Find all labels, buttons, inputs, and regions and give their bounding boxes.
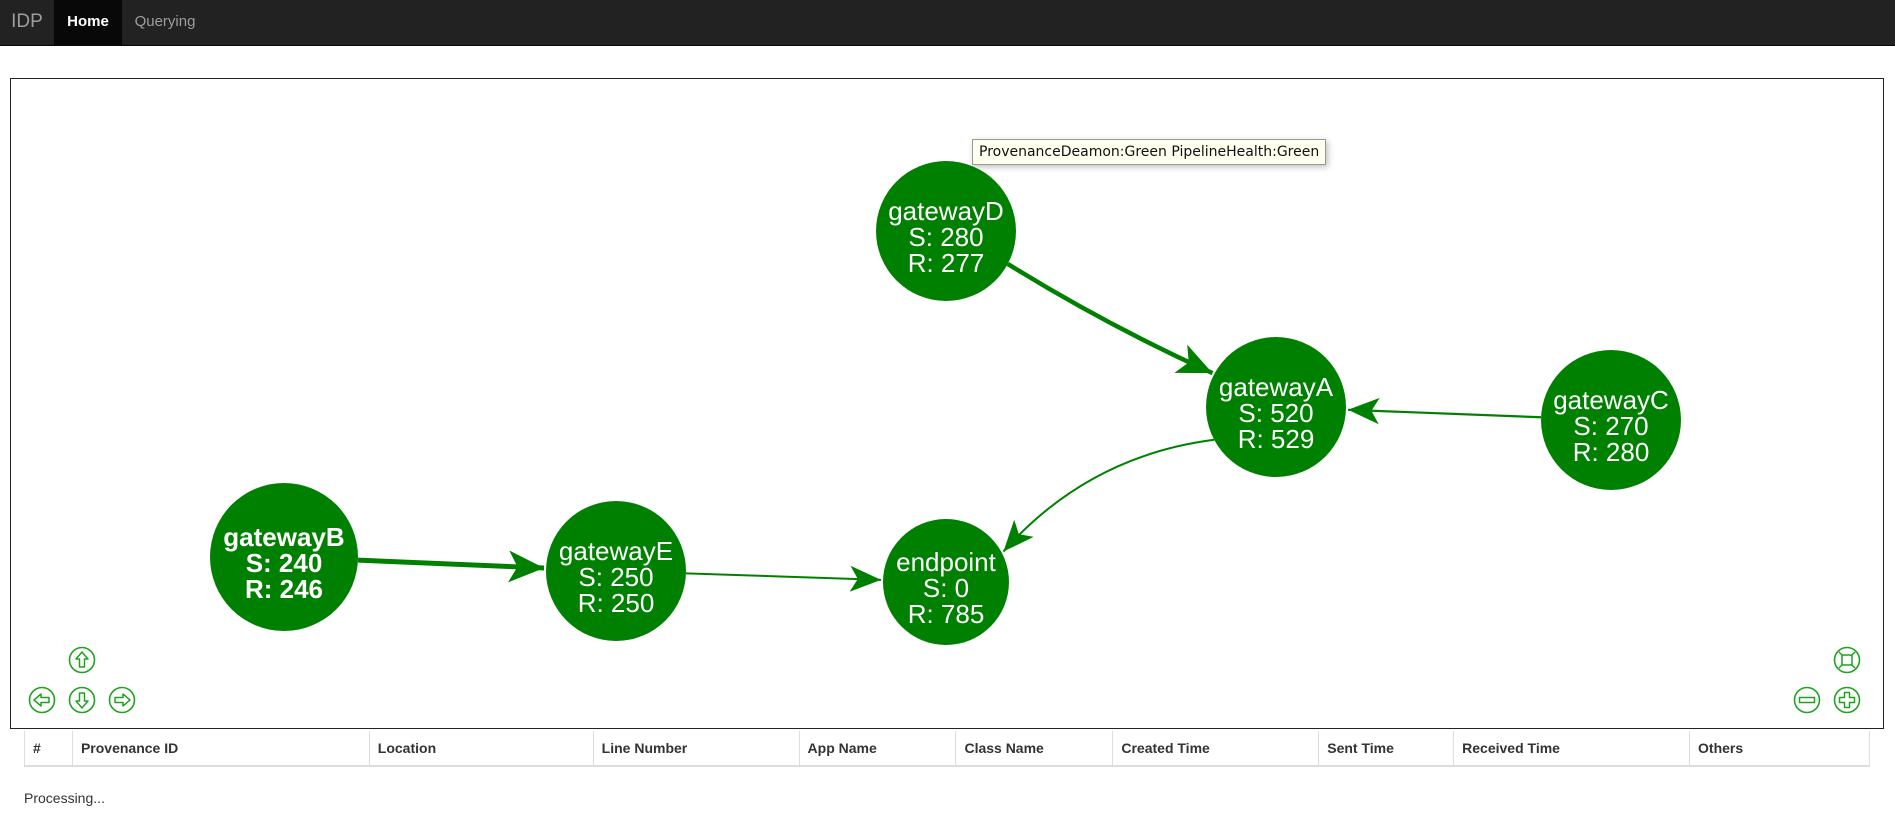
zoom-extends-icon[interactable] [1833, 646, 1861, 674]
column-header-received-time[interactable]: Received Time [1453, 731, 1690, 767]
network-graph-panel[interactable]: gatewayD S: 280 R: 277 gatewayA S: 520 R: 529… [10, 78, 1884, 729]
column-header-provenance-id[interactable]: Provenance ID [71, 731, 370, 767]
column-header-others[interactable]: Others [1689, 731, 1870, 767]
column-header-line-number[interactable]: Line Number [592, 731, 800, 767]
arrow-up-icon[interactable] [68, 646, 96, 674]
node-gatewayE[interactable]: gatewayES: 250R: 250 [546, 501, 686, 641]
column-header-app-name[interactable]: App Name [798, 731, 956, 767]
column-header-location[interactable]: Location [368, 731, 594, 767]
network-graph[interactable]: gatewayDS: 280R: 277 gatewayAS: 520R: 529… [11, 79, 1883, 728]
table-header-row: # Provenance ID Location Line Number App… [24, 731, 1870, 767]
provenance-table: # Provenance ID Location Line Number App… [24, 731, 1870, 767]
brand-logo[interactable]: IDP [0, 0, 54, 46]
edge-gatewayA-to-endpoint[interactable] [1002, 438, 1215, 553]
node-gatewayA[interactable]: gatewayAS: 520R: 529 [1206, 337, 1346, 477]
nav-home[interactable]: Home [54, 0, 122, 46]
edge-gatewayD-to-gatewayA[interactable] [1006, 262, 1214, 376]
column-header-index[interactable]: # [24, 731, 73, 767]
top-navbar: IDP Home Querying [0, 0, 1895, 46]
zoom-in-icon[interactable] [1833, 686, 1861, 714]
nav-querying[interactable]: Querying [122, 0, 208, 46]
node-gatewayD[interactable]: gatewayDS: 280R: 277 [876, 161, 1016, 301]
column-header-sent-time[interactable]: Sent Time [1318, 731, 1454, 767]
node-label-gatewayE-received: R: 250 [578, 588, 655, 618]
edge-gatewayC-to-gatewayA[interactable] [1347, 408, 1542, 419]
provenance-table-wrapper: # Provenance ID Location Line Number App… [24, 731, 1870, 767]
column-header-created-time[interactable]: Created Time [1112, 731, 1319, 767]
node-tooltip: ProvenanceDeamon:Green PipelineHealth:Gr… [972, 139, 1327, 165]
node-gatewayC[interactable]: gatewayCS: 270R: 280 [1541, 350, 1681, 490]
node-label-gatewayB-received: R: 246 [245, 574, 323, 604]
node-label-endpoint-received: R: 785 [908, 599, 985, 629]
node-endpoint[interactable]: endpointS: 0R: 785 [883, 519, 1009, 645]
zoom-out-icon[interactable] [1793, 686, 1821, 714]
arrow-left-icon[interactable] [28, 686, 56, 714]
node-label-gatewayC-received: R: 280 [1573, 437, 1650, 467]
node-label-gatewayD-received: R: 277 [908, 248, 985, 278]
node-gatewayB[interactable]: gatewayBS: 240R: 246 [210, 483, 358, 631]
arrow-down-icon[interactable] [68, 686, 96, 714]
column-header-class-name[interactable]: Class Name [955, 731, 1113, 767]
arrow-right-icon[interactable] [108, 686, 136, 714]
node-label-gatewayA-received: R: 529 [1238, 424, 1315, 454]
processing-status: Processing... [24, 790, 105, 806]
edge-gatewayE-to-endpoint[interactable] [685, 572, 882, 581]
